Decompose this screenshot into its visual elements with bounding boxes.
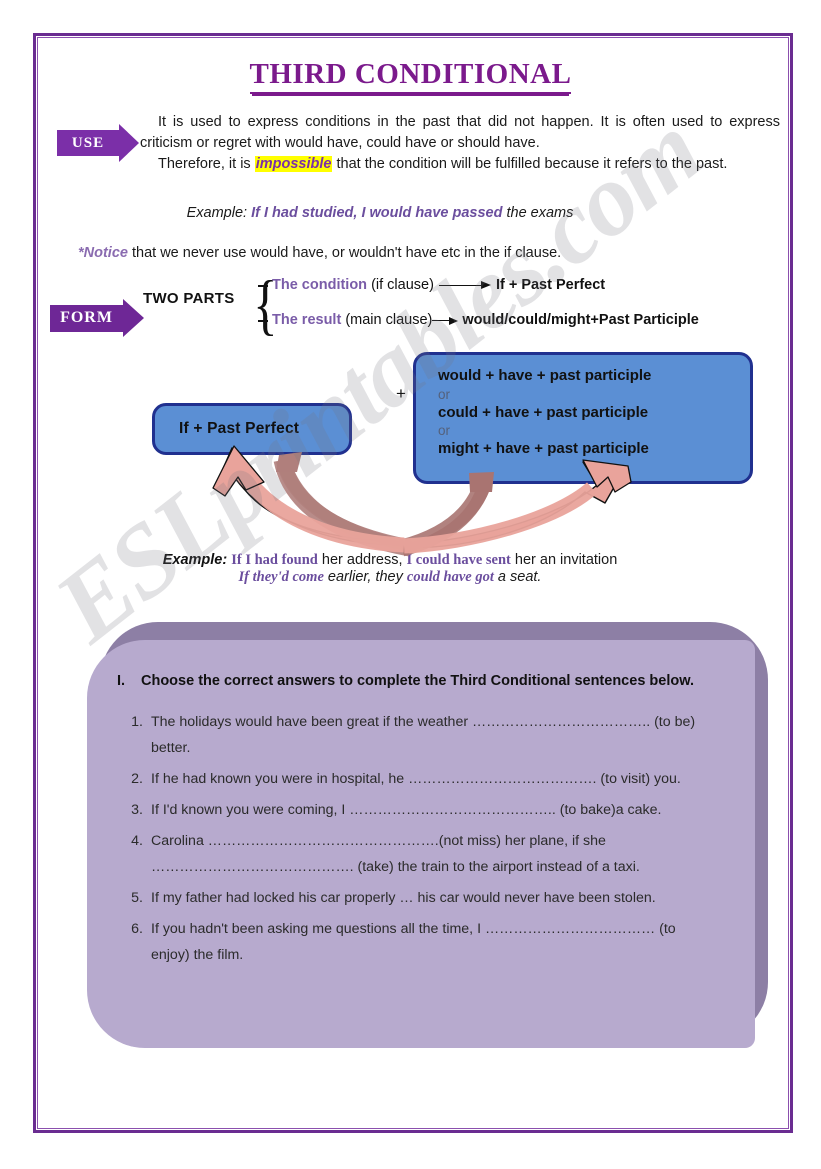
impossible-highlight: impossible bbox=[254, 156, 333, 172]
list-item: 2. If he had known you were in hospital,… bbox=[117, 766, 713, 792]
form-result-row: The result (main clause) would/could/migh… bbox=[272, 312, 699, 328]
form-label-text: FORM bbox=[50, 304, 123, 332]
if-clause-box: If + Past Perfect bbox=[152, 403, 352, 455]
result-label: The result bbox=[272, 312, 342, 328]
exercise-panel-inner: I. Choose the correct answers to complet… bbox=[87, 640, 755, 1048]
question-number: 2. bbox=[131, 771, 143, 787]
right-arrow-icon bbox=[432, 315, 459, 325]
example-two-line-1: Example: If I had found her address, I c… bbox=[0, 552, 780, 569]
condition-result: If + Past Perfect bbox=[495, 277, 606, 293]
question-text: If my father had locked his car properly… bbox=[151, 890, 656, 906]
example-two-line-2: If they'd come earlier, they could have … bbox=[0, 569, 780, 586]
list-item: 6. If you hadn't been asking me question… bbox=[117, 916, 713, 968]
brace-tick-icon bbox=[258, 320, 268, 322]
example-two-em-3: If they'd come bbox=[238, 569, 324, 585]
list-item: 4. Carolina ………………………………………….(not miss) … bbox=[117, 828, 713, 880]
two-parts-label: TWO PARTS bbox=[143, 290, 235, 307]
question-number: 6. bbox=[131, 921, 143, 937]
question-list: 1. The holidays would have been great if… bbox=[117, 709, 713, 968]
question-number: 4. bbox=[131, 833, 143, 849]
list-item: 5. If my father had locked his car prope… bbox=[117, 885, 713, 911]
page-title-text: THIRD CONDITIONAL bbox=[249, 58, 572, 94]
example-one-emphasis: If I had studied, I would have passed bbox=[251, 205, 503, 221]
example-two-label: Example: bbox=[162, 552, 232, 568]
flow-arrow-cross-left-2 bbox=[276, 461, 415, 552]
notice-label: *Notice bbox=[78, 245, 128, 261]
exercise-number: I. bbox=[117, 673, 126, 689]
example-two-mid-2: earlier, they bbox=[323, 569, 407, 585]
use-line-2: Therefore, it is impossible that the con… bbox=[140, 154, 780, 175]
example-two-em-2: I could have sent bbox=[406, 552, 511, 568]
example-two-em-4: could have got bbox=[406, 569, 494, 585]
use-label-arrow: USE bbox=[57, 124, 139, 162]
question-text: The holidays would have been great if th… bbox=[151, 714, 696, 756]
use-paragraph: It is used to express conditions in the … bbox=[140, 112, 780, 175]
flow-band-left-pink bbox=[242, 475, 405, 553]
question-number: 1. bbox=[131, 714, 143, 730]
arrow-head-icon bbox=[119, 124, 139, 162]
notice-line: *Notice that we never use would have, or… bbox=[78, 245, 738, 261]
flow-arrow-cross-left bbox=[277, 462, 412, 549]
example-one: Example: If I had studied, I would have … bbox=[0, 205, 760, 221]
condition-label: The condition bbox=[272, 277, 368, 293]
flow-arrow-left bbox=[214, 447, 401, 546]
flow-band-right bbox=[399, 477, 493, 557]
question-number: 5. bbox=[131, 890, 143, 906]
question-text: If he had known you were in hospital, he… bbox=[151, 771, 681, 787]
list-item: 1. The holidays would have been great if… bbox=[117, 709, 713, 761]
example-two: Example: If I had found her address, I c… bbox=[0, 552, 780, 586]
use-line2-before: Therefore, it is bbox=[158, 156, 255, 172]
exercise-panel: I. Choose the correct answers to complet… bbox=[87, 640, 755, 1048]
form-label-arrow: FORM bbox=[50, 299, 144, 337]
flow-arrow-cross-right bbox=[400, 482, 492, 553]
flow-band-left-cap bbox=[276, 452, 302, 472]
notice-text: that we never use would have, or wouldn'… bbox=[127, 245, 562, 261]
result-formula: would/could/might+Past Participle bbox=[462, 312, 699, 328]
example-one-tail: the exams bbox=[502, 205, 574, 221]
use-line-1: It is used to express conditions in the … bbox=[140, 114, 780, 151]
brace-tick-icon bbox=[258, 285, 268, 287]
if-clause-text: If + Past Perfect bbox=[179, 420, 300, 437]
example-two-tail-1: her an invitation bbox=[510, 552, 618, 568]
condition-clause: (if clause) bbox=[367, 277, 434, 293]
flow-band-right-pink bbox=[403, 482, 597, 554]
question-text: If you hadn't been asking me questions a… bbox=[151, 921, 676, 963]
result-clause-box: would + have + past participle or could … bbox=[413, 352, 753, 484]
result-line-2: could + have + past participle bbox=[438, 403, 649, 421]
result-line-1: would + have + past participle bbox=[438, 367, 652, 384]
result-line-3: might + have + past participle bbox=[438, 440, 649, 457]
plus-sign: + bbox=[396, 384, 406, 403]
question-text: Carolina ………………………………………….(not miss) her… bbox=[151, 833, 640, 875]
use-label-text: USE bbox=[57, 130, 119, 156]
question-text: If I'd known you were coming, I ……………………… bbox=[151, 802, 662, 818]
result-clause: (main clause) bbox=[341, 312, 433, 328]
list-item: 3. If I'd known you were coming, I ……………… bbox=[117, 797, 713, 823]
example-two-em-1: If I had found bbox=[231, 552, 318, 568]
example-two-mid-1: her address, bbox=[317, 552, 407, 568]
right-arrow-icon bbox=[438, 280, 491, 290]
result-or-1: or bbox=[438, 386, 451, 402]
exercise-heading: I. Choose the correct answers to complet… bbox=[117, 672, 713, 691]
example-one-label: Example: bbox=[186, 205, 252, 221]
example-two-tail-2: a seat. bbox=[493, 569, 542, 585]
result-or-2: or bbox=[438, 423, 451, 438]
flow-band-left bbox=[273, 457, 412, 557]
worksheet-content: THIRD CONDITIONAL USE It is used to expr… bbox=[0, 0, 821, 1169]
exercise-heading-text: Choose the correct answers to complete t… bbox=[141, 673, 694, 689]
form-condition-row: The condition (if clause) If + Past Perfe… bbox=[272, 277, 605, 293]
question-number: 3. bbox=[131, 802, 143, 818]
use-line2-after: that the condition will be fulfilled bec… bbox=[332, 156, 728, 172]
arrow-head-icon bbox=[123, 299, 144, 337]
page-title: THIRD CONDITIONAL bbox=[0, 58, 821, 94]
